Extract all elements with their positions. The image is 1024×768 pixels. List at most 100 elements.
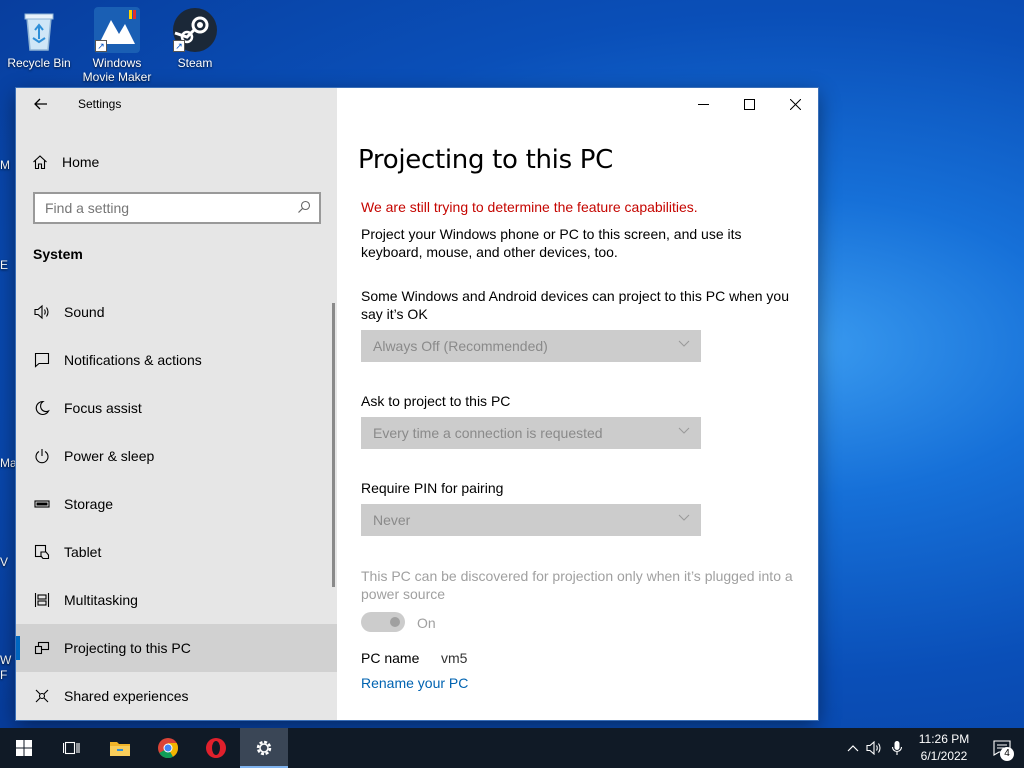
chevron-down-icon — [678, 337, 690, 351]
back-arrow-icon — [34, 98, 47, 110]
volume-icon — [866, 741, 881, 755]
clock-time: 11:26 PM — [918, 732, 970, 746]
power-source-note: This PC can be discovered for projection… — [361, 568, 793, 602]
desktop-fragment: Ma — [0, 456, 17, 470]
movie-maker-icon: ↗ — [93, 6, 141, 54]
back-button[interactable] — [26, 93, 56, 115]
opera-button[interactable] — [192, 728, 240, 768]
group-label-system: System — [33, 246, 83, 262]
sidebar-item-storage[interactable]: Storage — [16, 480, 337, 528]
sidebar-item-shared-experiences[interactable]: Shared experiences — [16, 672, 337, 720]
power-source-toggle[interactable] — [361, 612, 405, 632]
chevron-down-icon — [678, 424, 690, 438]
desktop-icon-recycle-bin[interactable]: Recycle Bin — [1, 6, 77, 70]
sidebar-item-notifications[interactable]: Notifications & actions — [16, 336, 337, 384]
sidebar-item-label: Tablet — [64, 544, 102, 560]
system-tray: 11:26 PM 6/1/2022 4 — [842, 728, 1024, 768]
pc-name-label: PC name — [361, 650, 420, 666]
availability-dropdown[interactable]: Always Off (Recommended) — [361, 330, 701, 362]
sidebar-item-sound[interactable]: Sound — [16, 288, 337, 336]
nav-list: Sound Notifications & actions Focus assi… — [16, 288, 337, 720]
dropdown-value: Every time a connection is requested — [373, 425, 603, 441]
home-icon — [32, 154, 48, 170]
window-controls — [680, 88, 818, 120]
sidebar-item-projecting[interactable]: Projecting to this PC — [16, 624, 337, 672]
settings-taskbar-button[interactable] — [240, 728, 288, 768]
shared-experiences-icon — [33, 687, 51, 705]
power-icon — [33, 447, 51, 465]
recycle-bin-icon — [15, 6, 63, 54]
window-title: Settings — [78, 97, 122, 111]
maximize-button[interactable] — [726, 88, 772, 120]
shortcut-arrow-icon: ↗ — [173, 40, 185, 52]
multitasking-icon — [33, 591, 51, 609]
setting-label-pin: Require PIN for pairing — [361, 480, 504, 496]
desktop-icon-label: Windows Movie Maker — [82, 56, 152, 84]
dropdown-value: Never — [373, 512, 411, 528]
opera-icon — [206, 738, 226, 758]
tablet-icon — [33, 543, 51, 561]
setting-label-ask: Ask to project to this PC — [361, 393, 511, 409]
chevron-up-icon — [847, 745, 859, 752]
sidebar-item-label: Shared experiences — [64, 688, 189, 704]
sidebar-item-label: Projecting to this PC — [64, 640, 191, 656]
close-icon — [789, 98, 801, 110]
sidebar-item-label: Storage — [64, 496, 114, 512]
toggle-state-label: On — [417, 615, 436, 631]
taskbar: 11:26 PM 6/1/2022 4 — [0, 728, 1024, 768]
speaker-icon — [33, 303, 51, 321]
clock-date: 6/1/2022 — [920, 749, 968, 763]
start-icon — [16, 740, 32, 756]
sidebar-item-multitasking[interactable]: Multitasking — [16, 576, 337, 624]
desktop-icon-movie-maker[interactable]: ↗ Windows Movie Maker — [79, 6, 155, 84]
ask-dropdown[interactable]: Every time a connection is requested — [361, 417, 701, 449]
microphone-button[interactable] — [886, 728, 908, 768]
sidebar-item-tablet[interactable]: Tablet — [16, 528, 337, 576]
file-explorer-button[interactable] — [96, 728, 144, 768]
desktop-fragment: W — [0, 653, 12, 667]
sidebar-item-label: Power & sleep — [64, 448, 155, 464]
task-view-button[interactable] — [48, 728, 96, 768]
desktop-fragment: F — [0, 668, 8, 682]
settings-icon — [256, 740, 272, 756]
pin-dropdown[interactable]: Never — [361, 504, 701, 536]
content-pane: Projecting to this PC We are still tryin… — [337, 88, 818, 720]
moon-icon — [33, 399, 51, 417]
minimize-icon — [697, 103, 709, 105]
notification-count-badge: 4 — [1000, 747, 1014, 761]
search-icon — [297, 200, 311, 217]
desktop-fragment: V — [0, 555, 9, 569]
sidebar-item-label: Focus assist — [64, 400, 142, 416]
sidebar-item-focus-assist[interactable]: Focus assist — [16, 384, 337, 432]
title-bar[interactable]: Settings — [16, 88, 337, 120]
sidebar-item-power-sleep[interactable]: Power & sleep — [16, 432, 337, 480]
close-button[interactable] — [772, 88, 818, 120]
action-center-button[interactable]: 4 — [980, 728, 1024, 768]
pc-name-value: vm5 — [441, 650, 468, 666]
chrome-button[interactable] — [144, 728, 192, 768]
toggle-knob — [390, 617, 400, 627]
file-explorer-icon — [110, 742, 130, 756]
desktop-fragment: M — [0, 158, 10, 172]
projecting-icon — [33, 639, 51, 657]
minimize-button[interactable] — [680, 88, 726, 120]
home-label: Home — [62, 154, 100, 170]
sidebar-scrollbar[interactable] — [332, 303, 335, 587]
steam-icon: ↗ — [171, 6, 219, 54]
sidebar-item-label: Multitasking — [64, 592, 138, 608]
search-placeholder: Find a setting — [45, 200, 130, 216]
clock[interactable]: 11:26 PM 6/1/2022 — [908, 731, 980, 765]
rename-pc-link[interactable]: Rename your PC — [361, 675, 468, 691]
settings-window: Settings Home Find a setting System Soun… — [16, 88, 818, 720]
dropdown-value: Always Off (Recommended) — [373, 338, 548, 354]
sidebar-item-label: Sound — [64, 304, 105, 320]
chrome-icon — [158, 738, 179, 759]
desktop-icon-steam[interactable]: ↗ Steam — [157, 6, 233, 70]
start-button[interactable] — [0, 728, 48, 768]
volume-button[interactable] — [864, 728, 886, 768]
desktop-icon-label: Recycle Bin — [7, 56, 71, 70]
show-hidden-icons-button[interactable] — [842, 728, 864, 768]
notifications-icon — [33, 351, 51, 369]
search-input[interactable]: Find a setting — [33, 192, 321, 224]
home-nav-item[interactable]: Home — [32, 150, 99, 174]
